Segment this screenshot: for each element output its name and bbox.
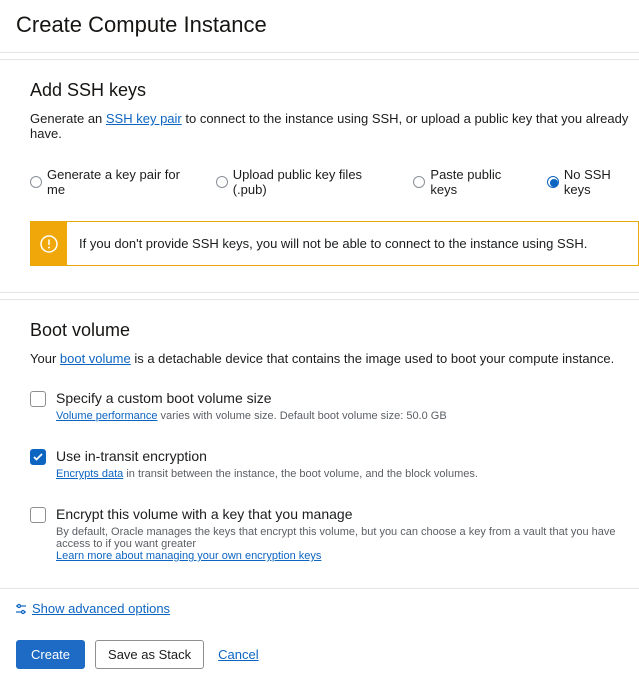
page-header: Create Compute Instance — [0, 0, 639, 53]
ssh-panel: Add SSH keys Generate an SSH key pair to… — [0, 59, 639, 293]
ssh-keypair-link[interactable]: SSH key pair — [106, 111, 182, 126]
radio-paste-key[interactable]: Paste public keys — [413, 167, 528, 197]
cancel-button[interactable]: Cancel — [214, 647, 262, 662]
encryption-keys-link[interactable]: Learn more about managing your own encry… — [56, 550, 321, 562]
page-title: Create Compute Instance — [16, 12, 623, 38]
boot-panel: Boot volume Your boot volume is a detach… — [0, 299, 639, 589]
radio-icon — [30, 176, 42, 188]
encrypts-data-link[interactable]: Encrypts data — [56, 468, 123, 480]
transit-encryption-group: Use in-transit encryption Encrypts data … — [30, 448, 639, 480]
save-stack-button[interactable]: Save as Stack — [95, 640, 204, 669]
create-button[interactable]: Create — [16, 640, 85, 669]
custom-boot-size-label: Specify a custom boot volume size — [56, 390, 272, 406]
custom-boot-size-checkbox[interactable] — [30, 391, 46, 407]
advanced-options-link[interactable]: Show advanced options — [32, 601, 170, 616]
radio-no-ssh[interactable]: No SSH keys — [547, 167, 639, 197]
transit-encryption-label: Use in-transit encryption — [56, 448, 207, 464]
boot-volume-link[interactable]: boot volume — [60, 351, 131, 366]
custom-boot-size-group: Specify a custom boot volume size Volume… — [30, 390, 639, 422]
radio-icon — [216, 176, 228, 188]
boot-description: Your boot volume is a detachable device … — [30, 351, 639, 366]
encrypt-volume-checkbox[interactable] — [30, 507, 46, 523]
warning-icon — [31, 222, 67, 265]
action-buttons: Create Save as Stack Cancel — [0, 628, 639, 687]
ssh-heading: Add SSH keys — [30, 80, 639, 101]
ssh-description: Generate an SSH key pair to connect to t… — [30, 111, 639, 141]
transit-encryption-help: Encrypts data in transit between the ins… — [56, 468, 639, 480]
radio-upload-key[interactable]: Upload public key files (.pub) — [216, 167, 396, 197]
encrypt-volume-group: Encrypt this volume with a key that you … — [30, 506, 639, 562]
encrypt-volume-help: By default, Oracle manages the keys that… — [56, 526, 639, 562]
radio-generate-keypair[interactable]: Generate a key pair for me — [30, 167, 198, 197]
radio-icon — [413, 176, 425, 188]
transit-encryption-checkbox[interactable] — [30, 449, 46, 465]
volume-performance-link[interactable]: Volume performance — [56, 410, 158, 422]
encrypt-volume-label: Encrypt this volume with a key that you … — [56, 506, 352, 522]
advanced-options-toggle[interactable]: Show advanced options — [0, 589, 639, 622]
ssh-warning-alert: If you don't provide SSH keys, you will … — [30, 221, 639, 266]
ssh-warning-text: If you don't provide SSH keys, you will … — [67, 222, 599, 265]
settings-icon — [14, 602, 28, 616]
radio-icon — [547, 176, 559, 188]
boot-heading: Boot volume — [30, 320, 639, 341]
custom-boot-size-help: Volume performance varies with volume si… — [56, 410, 639, 422]
ssh-radio-group: Generate a key pair for me Upload public… — [30, 167, 639, 197]
